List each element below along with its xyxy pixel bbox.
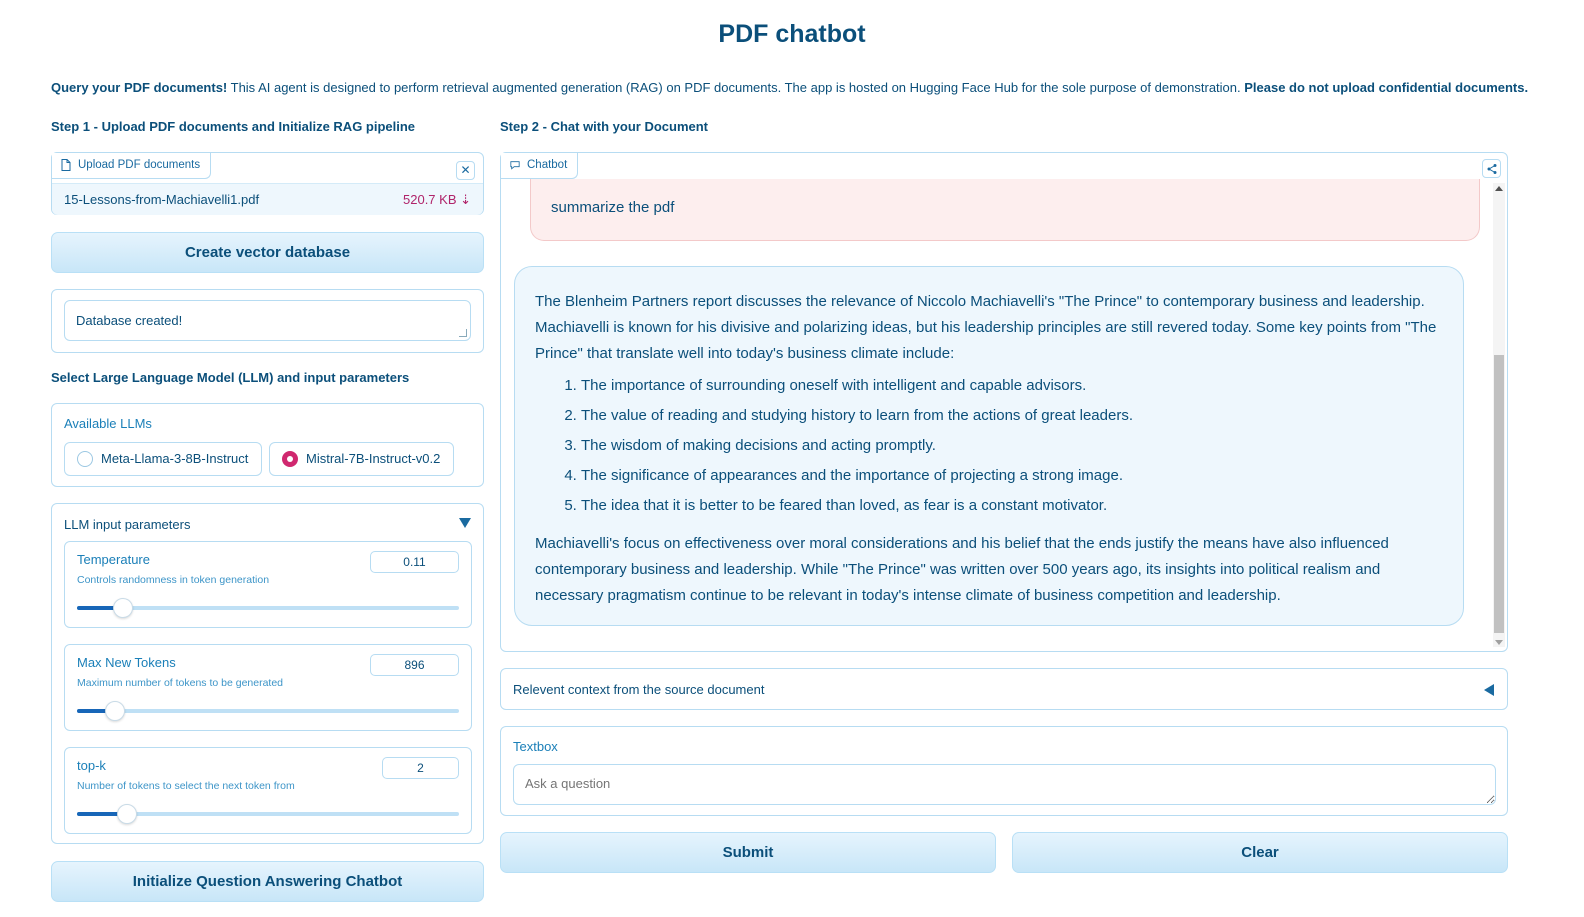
param-desc: Maximum number of tokens to be generated [77,677,284,689]
llm-radio-group: Available LLMs Meta-Llama-3-8B-Instruct … [51,403,484,487]
param-temperature: Temperature Controls randomness in token… [64,541,472,628]
file-name: 15-Lessons-from-Machiavelli1.pdf [64,192,260,207]
context-accordion[interactable]: Relevent context from the source documen… [500,668,1508,710]
available-llms-label: Available LLMs [64,416,152,431]
radio-mistral[interactable]: Mistral-7B-Instruct-v0.2 [269,442,454,476]
user-message-text: summarize the pdf [551,199,675,216]
list-item: The wisdom of making decisions and actin… [581,431,1443,461]
radio-mistral-label: Mistral-7B-Instruct-v0.2 [306,451,441,466]
chat-scrollbar[interactable] [1493,183,1505,647]
db-status-textbox[interactable]: Database created! [64,300,471,341]
llm-params-accordion: LLM input parameters Temperature Control… [51,503,484,844]
chat-messages[interactable]: summarize the pdf The Blenheim Partners … [502,179,1506,650]
submit-button[interactable]: Submit [500,832,996,873]
param-desc: Controls randomness in token generation [77,574,270,586]
initialize-chatbot-button[interactable]: Initialize Question Answering Chatbot [51,861,484,902]
bot-intro: The Blenheim Partners report discusses t… [535,293,1437,362]
max-new-tokens-slider[interactable] [77,701,459,721]
step2-label: Step 2 - Chat with your Document [500,119,709,134]
scroll-down-arrow-icon[interactable] [1495,640,1503,645]
param-name: Temperature [77,552,150,567]
upload-panel[interactable]: Upload PDF documents ✕ 15-Lessons-from-M… [51,152,484,215]
slider-thumb[interactable] [105,701,126,721]
llm-params-label: LLM input parameters [64,517,191,532]
share-icon [1487,164,1497,174]
create-vector-database-button[interactable]: Create vector database [51,232,484,273]
list-item: The idea that it is better to be feared … [581,491,1443,521]
intro-warning: Please do not upload confidential docume… [1244,80,1529,95]
param-max-new-tokens: Max New Tokens Maximum number of tokens … [64,644,472,731]
intro-body: This AI agent is designed to perform ret… [227,80,1245,95]
param-top-k: top-k Number of tokens to select the nex… [64,747,472,834]
chatbot-panel: Chatbot summarize the pdf The Blenheim P… [500,152,1508,652]
upload-tag: Upload PDF documents [52,153,212,179]
slider-thumb[interactable] [112,598,133,618]
chat-icon [510,161,520,170]
file-icon [61,159,71,171]
bot-points-list: The importance of surrounding oneself wi… [581,371,1443,521]
resize-handle-icon[interactable] [459,329,467,337]
uploaded-file-row: 15-Lessons-from-Machiavelli1.pdf 520.7 K… [52,183,483,215]
clear-button[interactable]: Clear [1012,832,1508,873]
context-accordion-label: Relevent context from the source documen… [513,682,765,697]
close-icon[interactable]: ✕ [456,161,475,180]
temperature-slider[interactable] [77,598,459,618]
db-status-text: Database created! [76,313,183,328]
bot-message: The Blenheim Partners report discusses t… [514,266,1464,626]
top-k-number-input[interactable]: 2 [382,757,459,779]
question-input[interactable] [513,764,1496,805]
param-desc: Number of tokens to select the next toke… [77,780,295,792]
param-name: top-k [77,758,106,773]
bot-conclusion: Machiavelli's focus on effectiveness ove… [535,535,1389,604]
step1-label: Step 1 - Upload PDF documents and Initia… [51,119,416,134]
radio-llama[interactable]: Meta-Llama-3-8B-Instruct [64,442,262,476]
user-message: summarize the pdf [530,179,1480,241]
textbox-label: Textbox [513,739,558,754]
radio-llama-label: Meta-Llama-3-8B-Instruct [101,451,249,466]
scroll-up-arrow-icon[interactable] [1495,186,1503,191]
radio-checked-icon [282,451,298,467]
temperature-number-input[interactable]: 0.11 [370,551,459,573]
max-new-tokens-number-input[interactable]: 896 [370,654,459,676]
question-textbox-panel: Textbox [500,726,1508,816]
intro-bold-start: Query your PDF documents! [51,80,228,95]
intro-text: Query your PDF documents! This AI agent … [51,80,1551,95]
caret-left-icon [1484,684,1494,696]
list-item: The value of reading and studying histor… [581,401,1443,431]
param-name: Max New Tokens [77,655,176,670]
file-size-download-link[interactable]: 520.7 KB ⇣ [403,192,471,208]
page-title: PDF chatbot [718,20,866,48]
llm-params-header[interactable]: LLM input parameters [52,504,483,540]
share-button[interactable] [1482,159,1501,178]
top-k-slider[interactable] [77,804,459,824]
list-item: The importance of surrounding oneself wi… [581,371,1443,401]
chatbot-tag: Chatbot [501,153,579,179]
caret-down-icon [459,518,471,528]
db-status-panel: Database created! [51,289,484,353]
llm-section-label: Select Large Language Model (LLM) and in… [51,370,410,385]
chatbot-tag-label: Chatbot [527,159,568,171]
radio-unchecked-icon [77,451,93,467]
list-item: The significance of appearances and the … [581,461,1443,491]
upload-tag-label: Upload PDF documents [78,159,201,171]
scrollbar-thumb[interactable] [1494,355,1504,633]
slider-thumb[interactable] [116,804,137,824]
